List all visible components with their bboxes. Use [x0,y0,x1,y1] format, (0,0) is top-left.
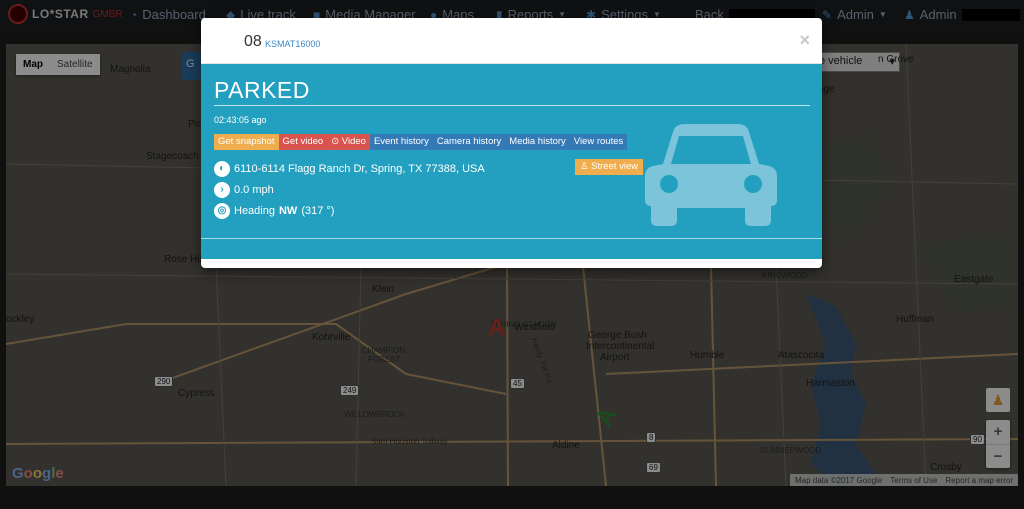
vehicle-address: 6110-6114 Flagg Ranch Dr, Spring, TX 773… [234,163,485,175]
street-view-label: Street view [591,161,639,172]
heading-label: Heading [234,205,275,217]
address-row: ◐ 6110-6114 Flagg Ranch Dr, Spring, TX 7… [214,161,485,177]
get-video-button[interactable]: Get video [278,134,328,150]
close-icon[interactable]: × [799,30,810,51]
camera-history-button[interactable]: Camera history [432,134,506,150]
divider [214,105,810,106]
clock-icon: ⊙ [331,136,340,147]
compass-icon: ◎ [214,203,230,219]
street-view-button[interactable]: ♙ Street view [575,159,644,175]
vehicle-info-modal: 08 KSMAT16000 × PARKED 02:43:05 ago Get … [201,18,822,268]
vehicle-id-link[interactable]: KSMAT16000 [265,39,320,49]
modal-body: PARKED 02:43:05 ago Get snapshot Get vid… [201,64,822,259]
pegman-icon: ♙ [580,161,589,172]
media-history-button[interactable]: Media history [505,134,570,150]
video-button-label: Video [341,136,366,147]
view-routes-button[interactable]: View routes [569,134,628,150]
event-history-button[interactable]: Event history [369,134,433,150]
speed-row: › 0.0 mph [214,182,274,198]
globe-icon: ◐ [214,161,230,177]
heading-degrees: (317 °) [301,205,335,217]
modal-header: 08 KSMAT16000 × [201,18,822,64]
heading-direction: NW [278,205,298,217]
heading-row: ◎ Heading NW (317 °) [214,203,334,219]
get-snapshot-button[interactable]: Get snapshot [214,134,279,150]
vehicle-status: PARKED [214,77,310,103]
chevron-right-icon: › [214,182,230,198]
vehicle-speed: 0.0 mph [234,184,274,196]
vehicle-number: 08 [244,33,262,50]
divider [201,238,822,239]
video-button[interactable]: ⊙ Video [327,134,370,150]
car-icon [645,124,777,226]
last-update-time: 02:43:05 ago [214,115,267,125]
action-button-row: Get snapshot Get video ⊙ Video Event his… [214,134,628,150]
